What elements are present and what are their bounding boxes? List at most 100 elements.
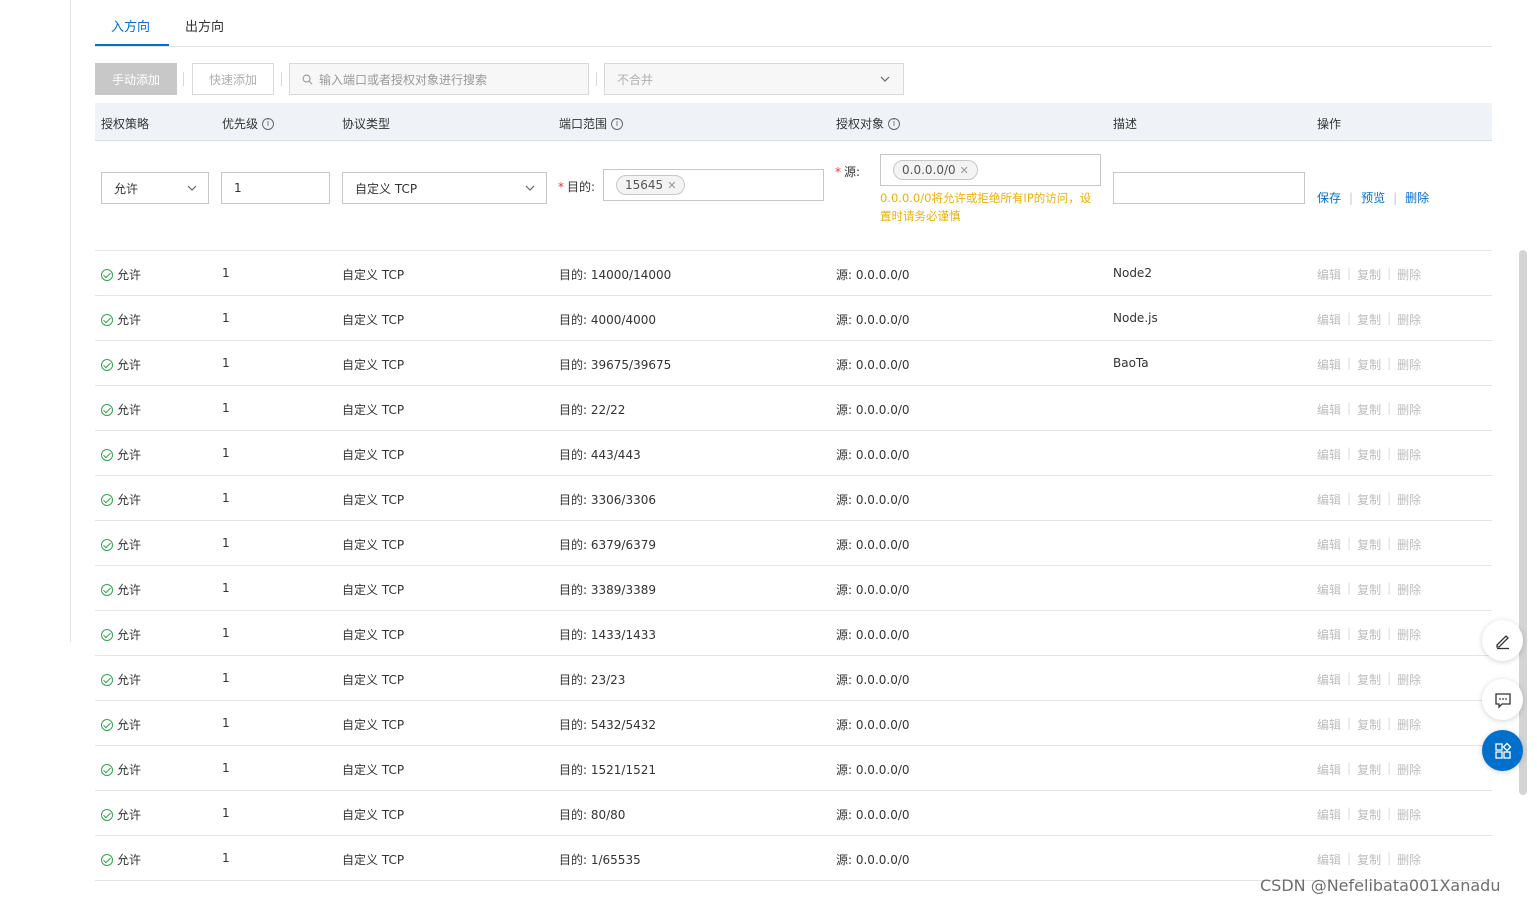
priority-cell: 1 [222,491,230,505]
copy-link[interactable]: 复制 [1357,761,1381,778]
policy-cell: 允许 [101,581,141,598]
delete-link[interactable]: 删除 [1397,356,1421,373]
edit-link[interactable]: 编辑 [1317,311,1341,328]
priority-cell: 1 [222,851,230,865]
copy-link[interactable]: 复制 [1357,626,1381,643]
protocol-cell: 自定义 TCP [342,763,405,777]
protocol-select[interactable]: 自定义 TCP [342,172,547,204]
policy-cell: 允许 [101,356,141,373]
delete-link[interactable]: 删除 [1397,716,1421,733]
row-actions: 编辑 | 复制 | 删除 [1317,671,1422,688]
row-actions: 编辑 | 复制 | 删除 [1317,311,1422,328]
source-input[interactable]: 0.0.0.0/0 ✕ [880,154,1101,186]
port-range-cell: 目的: 23/23 [559,673,626,687]
auth-object-cell: 源: 0.0.0.0/0 [836,403,910,417]
copy-link[interactable]: 复制 [1357,851,1381,868]
active-tab-indicator [95,44,169,46]
check-circle-icon [101,313,113,326]
dest-port-input[interactable]: 15645 ✕ [603,169,824,201]
search-icon [302,74,313,84]
policy-select[interactable]: 允许 [101,172,209,204]
info-icon[interactable]: i [262,117,275,130]
edit-link[interactable]: 编辑 [1317,581,1341,598]
policy-cell: 允许 [101,311,141,328]
copy-link[interactable]: 复制 [1357,311,1381,328]
policy-cell: 允许 [101,401,141,418]
close-icon[interactable]: ✕ [960,164,969,177]
delete-link[interactable]: 删除 [1397,761,1421,778]
delete-link[interactable]: 删除 [1397,311,1421,328]
delete-link[interactable]: 删除 [1397,626,1421,643]
copy-link[interactable]: 复制 [1357,671,1381,688]
tab-inbound[interactable]: 入方向 [111,16,150,35]
apps-fab[interactable] [1482,730,1523,771]
edit-link[interactable]: 编辑 [1317,716,1341,733]
delete-link[interactable]: 删除 [1397,401,1421,418]
preview-link[interactable]: 预览 [1361,189,1385,206]
delete-link[interactable]: 删除 [1397,581,1421,598]
priority-cell: 1 [222,581,230,595]
edit-link[interactable]: 编辑 [1317,401,1341,418]
protocol-cell: 自定义 TCP [342,448,405,462]
copy-link[interactable]: 复制 [1357,491,1381,508]
check-circle-icon [101,448,113,461]
edit-link[interactable]: 编辑 [1317,851,1341,868]
quick-add-button[interactable]: 快速添加 [192,63,274,95]
feedback-icon [1494,692,1511,709]
vertical-scrollbar[interactable] [1519,250,1527,795]
check-circle-icon [101,403,113,416]
edit-row-actions: 保存 | 预览 | 删除 [1317,189,1430,206]
row-actions: 编辑 | 复制 | 删除 [1317,761,1422,778]
delete-link[interactable]: 删除 [1397,536,1421,553]
delete-link[interactable]: 删除 [1397,851,1421,868]
row-actions: 编辑 | 复制 | 删除 [1317,401,1422,418]
priority-input[interactable]: 1 [221,172,330,204]
edit-link[interactable]: 编辑 [1317,671,1341,688]
save-link[interactable]: 保存 [1317,189,1341,206]
edit-link[interactable]: 编辑 [1317,356,1341,373]
merge-select[interactable]: 不合并 [604,63,904,95]
edit-fab[interactable] [1482,620,1523,661]
edit-link[interactable]: 编辑 [1317,446,1341,463]
close-icon[interactable]: ✕ [667,179,676,192]
header-protocol: 协议类型 [342,117,391,131]
delete-link[interactable]: 删除 [1397,446,1421,463]
edit-link[interactable]: 编辑 [1317,491,1341,508]
copy-link[interactable]: 复制 [1357,716,1381,733]
description-input[interactable] [1113,172,1305,204]
info-icon[interactable]: i [611,117,624,130]
header-description: 描述 [1113,117,1138,131]
copy-link[interactable]: 复制 [1357,401,1381,418]
header-auth-object: 授权对象 i [836,115,901,132]
direction-tabs: 入方向 出方向 [95,0,1492,47]
copy-link[interactable]: 复制 [1357,356,1381,373]
tab-outbound[interactable]: 出方向 [185,16,224,35]
toolbar-divider [183,72,184,86]
edit-link[interactable]: 编辑 [1317,761,1341,778]
info-icon[interactable]: i [888,117,901,130]
copy-link[interactable]: 复制 [1357,536,1381,553]
manual-add-button[interactable]: 手动添加 [95,63,177,95]
edit-link[interactable]: 编辑 [1317,266,1341,283]
edit-link[interactable]: 编辑 [1317,626,1341,643]
priority-cell: 1 [222,356,230,370]
delete-link[interactable]: 删除 [1397,806,1421,823]
source-warning-text: 0.0.0.0/0将允许或拒绝所有IP的访问，设置时请务必谨慎 [880,191,1092,223]
copy-link[interactable]: 复制 [1357,266,1381,283]
edit-link[interactable]: 编辑 [1317,536,1341,553]
priority-cell: 1 [222,401,230,415]
search-input[interactable]: 输入端口或者授权对象进行搜索 [289,63,589,95]
delete-link[interactable]: 删除 [1397,671,1421,688]
auth-object-cell: 源: 0.0.0.0/0 [836,763,910,777]
copy-link[interactable]: 复制 [1357,806,1381,823]
delete-link[interactable]: 删除 [1405,189,1429,206]
dest-label: * 目的: [558,180,596,194]
edit-link[interactable]: 编辑 [1317,806,1341,823]
copy-link[interactable]: 复制 [1357,581,1381,598]
delete-link[interactable]: 删除 [1397,266,1421,283]
port-range-cell: 目的: 80/80 [559,808,626,822]
feedback-fab[interactable] [1482,679,1523,720]
protocol-cell: 自定义 TCP [342,268,405,282]
delete-link[interactable]: 删除 [1397,491,1421,508]
copy-link[interactable]: 复制 [1357,446,1381,463]
